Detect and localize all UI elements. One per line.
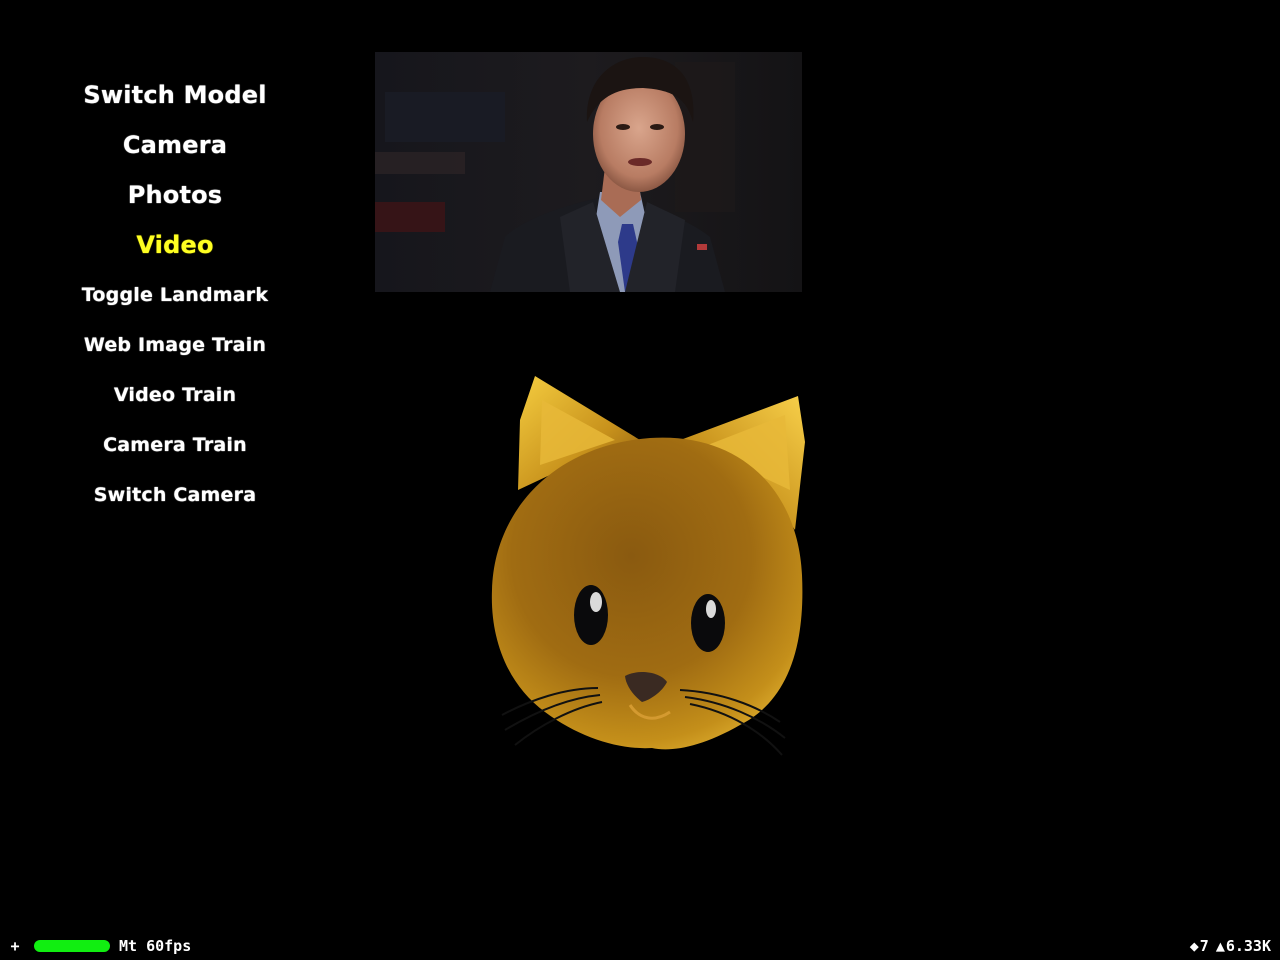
render-stats: ◆ 7 ▲ 6.33K	[1190, 936, 1271, 956]
expand-stats-button[interactable]: +	[8, 937, 22, 955]
video-train-button[interactable]: Video Train	[0, 370, 350, 420]
photos-button[interactable]: Photos	[0, 170, 350, 220]
main-menu: Switch Model Camera Photos Video Toggle …	[0, 70, 350, 520]
fps-readout: Mt 60fps	[119, 937, 192, 955]
fps-bar	[34, 940, 110, 952]
switch-camera-button[interactable]: Switch Camera	[0, 470, 350, 520]
video-button[interactable]: Video	[0, 220, 350, 270]
camera-button[interactable]: Camera	[0, 120, 350, 170]
triangle-count: 6.33K	[1225, 937, 1271, 955]
diamond-icon: ◆	[1189, 937, 1199, 955]
video-frame-image	[375, 52, 802, 292]
triangle-icon: ▲	[1215, 937, 1225, 955]
cat-avatar	[480, 370, 820, 770]
performance-stats: + Mt 60fps	[8, 936, 191, 956]
switch-model-button[interactable]: Switch Model	[0, 70, 350, 120]
camera-train-button[interactable]: Camera Train	[0, 420, 350, 470]
web-image-train-button[interactable]: Web Image Train	[0, 320, 350, 370]
toggle-landmark-button[interactable]: Toggle Landmark	[0, 270, 350, 320]
cat-face-icon	[491, 376, 805, 756]
app-screen: Switch Model Camera Photos Video Toggle …	[0, 0, 1280, 960]
draw-calls-count: 7	[1199, 937, 1209, 955]
video-preview	[375, 52, 802, 292]
